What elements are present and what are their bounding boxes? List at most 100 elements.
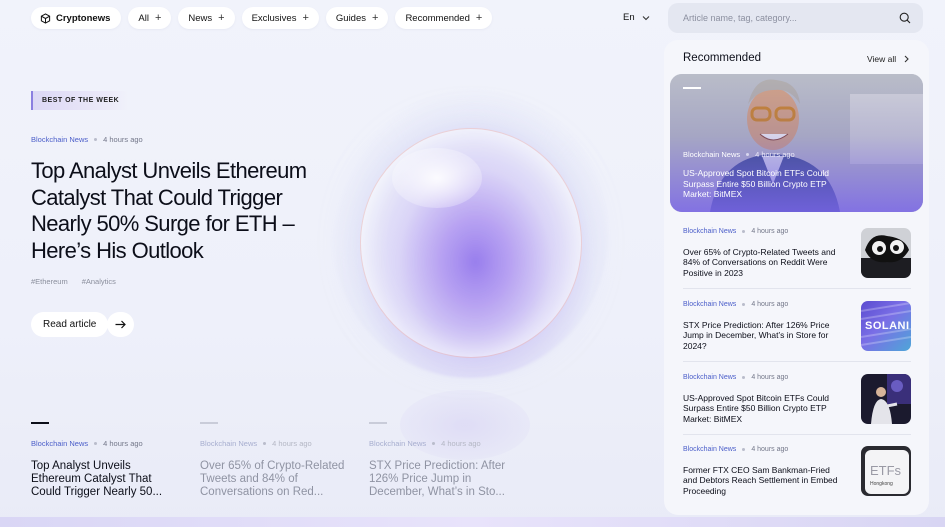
carousel-item-time: 4 hours ago <box>441 439 481 448</box>
carousel-item[interactable]: Blockchain News 4 hours ago Over 65% of … <box>200 422 350 499</box>
thumbnail-subtext: Hongkong <box>870 481 893 487</box>
meta-separator-dot <box>742 303 746 306</box>
list-item-meta: Blockchain News 4 hours ago <box>683 301 788 308</box>
nav-item-label: All <box>138 12 149 24</box>
list-item-category[interactable]: Blockchain News <box>683 374 736 381</box>
list-item-title[interactable]: Former FTX CEO Sam Bankman-Fried and Deb… <box>683 465 843 496</box>
language-label: En <box>623 12 635 23</box>
meta-separator-dot <box>746 153 750 156</box>
plus-icon: + <box>154 11 162 24</box>
masked-figure-thumbnail <box>861 228 911 278</box>
nav-item-label: Exclusives <box>251 12 297 24</box>
carousel-item-category[interactable]: Blockchain News <box>200 439 257 448</box>
carousel-item-category[interactable]: Blockchain News <box>369 439 426 448</box>
carousel-item[interactable]: Blockchain News 4 hours ago STX Price Pr… <box>369 422 519 499</box>
hero-category-link[interactable]: Blockchain News <box>31 135 88 144</box>
list-item-category[interactable]: Blockchain News <box>683 446 736 453</box>
brand-logo-link[interactable]: Cryptonews <box>31 7 122 29</box>
list-item-title[interactable]: STX Price Prediction: After 126% Price J… <box>683 320 843 351</box>
recommended-heading: Recommended <box>683 52 761 64</box>
featured-category[interactable]: Blockchain News <box>683 150 740 159</box>
brand-name: Cryptonews <box>56 12 111 24</box>
featured-article-card[interactable]: Blockchain News 4 hours ago US-Approved … <box>670 74 923 212</box>
search-bar <box>668 3 923 33</box>
featured-title[interactable]: US-Approved Spot Bitcoin ETFs Could Surp… <box>683 168 843 200</box>
recommended-list-item[interactable]: Blockchain News 4 hours ago Former FTX C… <box>683 446 923 506</box>
carousel-item-category[interactable]: Blockchain News <box>31 439 88 448</box>
plus-icon: + <box>218 11 225 24</box>
carousel-item-meta: Blockchain News 4 hours ago <box>31 439 181 448</box>
list-item-time: 4 hours ago <box>751 228 789 235</box>
recommended-list-item[interactable]: Blockchain News 4 hours ago Over 65% of … <box>683 228 923 288</box>
carousel-item-time: 4 hours ago <box>272 439 312 448</box>
meta-separator-dot <box>742 376 746 379</box>
meta-separator-dot <box>742 230 746 233</box>
nav-item-label: Recommended <box>405 12 470 24</box>
nav-item-news[interactable]: News + <box>178 7 235 29</box>
list-item-thumbnail: SOLANI <box>861 301 911 351</box>
hero-orb-highlight <box>392 148 482 208</box>
search-icon[interactable] <box>899 12 911 24</box>
list-item-title[interactable]: Over 65% of Crypto-Related Tweets and 84… <box>683 247 843 278</box>
list-divider <box>683 288 911 289</box>
tag-analytics[interactable]: #Analytics <box>82 277 116 286</box>
recommended-list-item[interactable]: Blockchain News 4 hours ago STX Price Pr… <box>683 301 923 361</box>
nav-item-recommended[interactable]: Recommended + <box>395 7 493 29</box>
meta-separator-dot <box>263 442 267 445</box>
carousel-item-title[interactable]: STX Price Prediction: After 126% Price J… <box>369 460 519 499</box>
view-all-link[interactable]: View all <box>867 54 909 64</box>
meta-separator-dot <box>432 442 436 445</box>
chevron-down-icon <box>642 15 650 20</box>
meta-separator-dot <box>94 442 98 445</box>
speaker-on-stage-thumbnail <box>861 374 911 424</box>
list-item-meta: Blockchain News 4 hours ago <box>683 374 788 381</box>
plus-icon: + <box>475 11 483 24</box>
carousel-item-title[interactable]: Over 65% of Crypto-Related Tweets and 84… <box>200 460 350 499</box>
list-item-meta: Blockchain News 4 hours ago <box>683 446 788 453</box>
list-item-time: 4 hours ago <box>751 301 789 308</box>
view-all-label: View all <box>867 54 897 64</box>
list-item-time: 4 hours ago <box>751 446 789 453</box>
list-item-thumbnail <box>861 374 911 424</box>
carousel-item-title[interactable]: Top Analyst Unveils Ethereum Catalyst Th… <box>31 460 181 499</box>
nav-item-guides[interactable]: Guides + <box>325 7 389 29</box>
list-item-time: 4 hours ago <box>751 374 789 381</box>
top-nav: Cryptonews All + News + Exclusives + Gui… <box>31 7 493 29</box>
list-item-category[interactable]: Blockchain News <box>683 301 736 308</box>
search-input[interactable] <box>683 13 883 23</box>
carousel-item[interactable]: Blockchain News 4 hours ago Top Analyst … <box>31 422 181 499</box>
nav-item-all[interactable]: All + <box>128 7 172 29</box>
list-item-meta: Blockchain News 4 hours ago <box>683 228 788 235</box>
featured-time: 4 hours ago <box>755 150 795 159</box>
plus-icon: + <box>372 11 379 24</box>
carousel-item-time: 4 hours ago <box>103 439 143 448</box>
read-article-button[interactable]: Read article <box>31 312 109 337</box>
thumbnail-text: SOLANI <box>865 320 910 332</box>
bottom-frame-border <box>0 517 945 527</box>
list-divider <box>683 361 911 362</box>
carousel-indicator <box>200 422 218 424</box>
plus-icon: + <box>302 11 309 24</box>
carousel-indicator <box>369 422 387 424</box>
list-item-thumbnail: ETFs Hongkong <box>861 446 911 496</box>
thumbnail-text: ETFs <box>870 463 902 478</box>
nav-item-exclusives[interactable]: Exclusives + <box>241 7 319 29</box>
nav-item-label: Guides <box>335 12 366 24</box>
cube-logo-icon <box>40 12 51 24</box>
meta-separator-dot <box>742 448 746 451</box>
list-item-category[interactable]: Blockchain News <box>683 228 736 235</box>
list-item-title[interactable]: US-Approved Spot Bitcoin ETFs Could Surp… <box>683 393 843 424</box>
recommended-list-item[interactable]: Blockchain News 4 hours ago US-Approved … <box>683 374 923 434</box>
arrow-right-icon <box>115 320 126 329</box>
language-selector[interactable]: En <box>623 12 650 23</box>
list-divider <box>683 434 911 435</box>
hero-article-title[interactable]: Top Analyst Unveils Ethereum Catalyst Th… <box>31 158 341 264</box>
featured-slide-indicator <box>683 87 701 89</box>
hero-meta: Blockchain News 4 hours ago <box>31 135 143 144</box>
read-article-arrow-button[interactable] <box>107 312 134 337</box>
tag-ethereum[interactable]: #Ethereum <box>31 277 68 286</box>
carousel-item-meta: Blockchain News 4 hours ago <box>369 439 519 448</box>
hero-timestamp: 4 hours ago <box>103 135 143 144</box>
carousel-active-indicator <box>31 422 49 424</box>
meta-separator-dot <box>94 138 98 141</box>
